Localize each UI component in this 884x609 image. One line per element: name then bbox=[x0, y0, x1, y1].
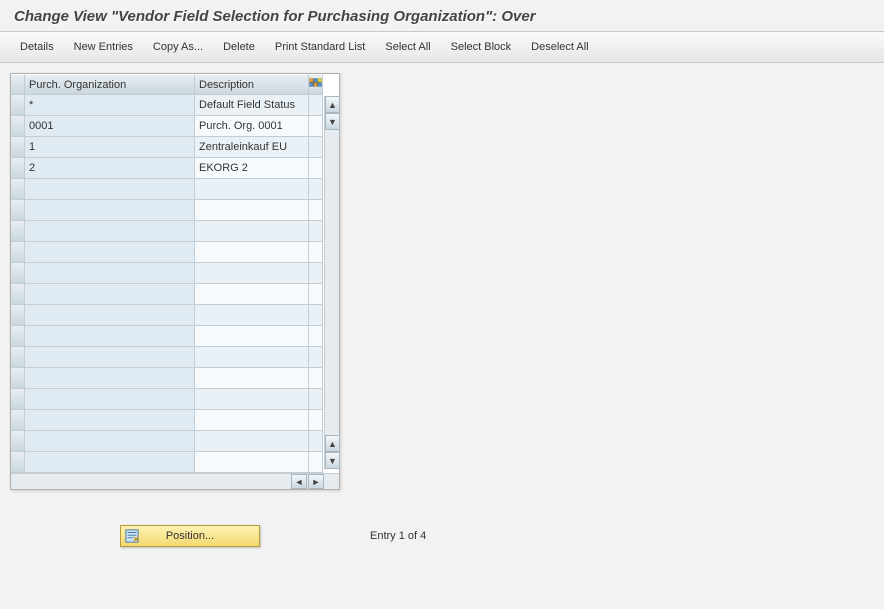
cell-desc[interactable] bbox=[195, 242, 309, 263]
cell-org[interactable] bbox=[25, 305, 195, 326]
cell-desc[interactable]: EKORG 2 bbox=[195, 158, 309, 179]
cell-org[interactable] bbox=[25, 452, 195, 473]
row-end-spacer bbox=[309, 368, 323, 389]
row-end-spacer bbox=[309, 263, 323, 284]
cell-org[interactable] bbox=[25, 431, 195, 452]
position-button-label: Position... bbox=[166, 530, 214, 542]
row-selector[interactable] bbox=[11, 431, 25, 452]
row-end-spacer bbox=[309, 221, 323, 242]
cell-desc[interactable] bbox=[195, 326, 309, 347]
row-end-spacer bbox=[309, 158, 323, 179]
scroll-up-bottom-icon[interactable]: ▲ bbox=[325, 435, 340, 452]
data-table: Purch. OrganizationDescription*Default F… bbox=[10, 73, 340, 490]
scroll-left-icon[interactable]: ◄ bbox=[291, 474, 307, 489]
row-selector[interactable] bbox=[11, 95, 25, 116]
row-selector[interactable] bbox=[11, 305, 25, 326]
vertical-scrollbar[interactable]: ▲ ▼ ▲ ▼ bbox=[324, 96, 339, 469]
cell-org[interactable] bbox=[25, 368, 195, 389]
column-selector-corner[interactable] bbox=[11, 74, 25, 95]
row-end-spacer bbox=[309, 179, 323, 200]
row-selector[interactable] bbox=[11, 389, 25, 410]
row-end-spacer bbox=[309, 137, 323, 158]
cell-org[interactable] bbox=[25, 242, 195, 263]
row-selector[interactable] bbox=[11, 284, 25, 305]
row-end-spacer bbox=[309, 410, 323, 431]
cell-org[interactable] bbox=[25, 200, 195, 221]
row-selector[interactable] bbox=[11, 347, 25, 368]
cell-desc[interactable] bbox=[195, 200, 309, 221]
row-selector[interactable] bbox=[11, 263, 25, 284]
row-end-spacer bbox=[309, 431, 323, 452]
entry-count-label: Entry 1 of 4 bbox=[370, 530, 426, 542]
cell-org[interactable] bbox=[25, 389, 195, 410]
row-end-spacer bbox=[309, 200, 323, 221]
row-end-spacer bbox=[309, 389, 323, 410]
row-end-spacer bbox=[309, 242, 323, 263]
column-header-desc[interactable]: Description bbox=[195, 74, 309, 95]
position-icon bbox=[125, 529, 139, 543]
horizontal-scrollbar[interactable]: ◄ ► bbox=[11, 473, 339, 489]
row-end-spacer bbox=[309, 326, 323, 347]
row-selector[interactable] bbox=[11, 221, 25, 242]
print-standard-list-button[interactable]: Print Standard List bbox=[265, 38, 376, 56]
row-end-spacer bbox=[309, 305, 323, 326]
cell-desc[interactable] bbox=[195, 368, 309, 389]
row-selector[interactable] bbox=[11, 452, 25, 473]
cell-org[interactable]: * bbox=[25, 95, 195, 116]
row-end-spacer bbox=[309, 95, 323, 116]
scroll-up-icon[interactable]: ▲ bbox=[325, 96, 340, 113]
cell-org[interactable] bbox=[25, 263, 195, 284]
new-entries-button[interactable]: New Entries bbox=[64, 38, 143, 56]
position-button[interactable]: Position... bbox=[120, 525, 260, 547]
column-header-org[interactable]: Purch. Organization bbox=[25, 74, 195, 95]
cell-desc[interactable]: Default Field Status bbox=[195, 95, 309, 116]
row-selector[interactable] bbox=[11, 368, 25, 389]
row-end-spacer bbox=[309, 347, 323, 368]
table-settings-icon[interactable] bbox=[309, 74, 323, 95]
cell-desc[interactable] bbox=[195, 389, 309, 410]
cell-org[interactable]: 2 bbox=[25, 158, 195, 179]
cell-org[interactable]: 0001 bbox=[25, 116, 195, 137]
details-button[interactable]: Details bbox=[10, 38, 64, 56]
row-selector[interactable] bbox=[11, 410, 25, 431]
scroll-right-icon[interactable]: ► bbox=[308, 474, 324, 489]
row-selector[interactable] bbox=[11, 326, 25, 347]
cell-org[interactable] bbox=[25, 221, 195, 242]
scroll-down-icon[interactable]: ▼ bbox=[325, 113, 340, 130]
cell-desc[interactable] bbox=[195, 221, 309, 242]
cell-desc[interactable] bbox=[195, 179, 309, 200]
cell-org[interactable] bbox=[25, 410, 195, 431]
cell-desc[interactable] bbox=[195, 410, 309, 431]
cell-desc[interactable] bbox=[195, 347, 309, 368]
cell-org[interactable]: 1 bbox=[25, 137, 195, 158]
cell-desc[interactable] bbox=[195, 263, 309, 284]
scroll-down-bottom-icon[interactable]: ▼ bbox=[325, 452, 340, 469]
cell-desc[interactable]: Zentraleinkauf EU bbox=[195, 137, 309, 158]
deselect-all-button[interactable]: Deselect All bbox=[521, 38, 598, 56]
application-toolbar: Details New Entries Copy As... Delete Pr… bbox=[0, 31, 884, 63]
row-selector[interactable] bbox=[11, 242, 25, 263]
cell-org[interactable] bbox=[25, 326, 195, 347]
row-end-spacer bbox=[309, 116, 323, 137]
cell-desc[interactable]: Purch. Org. 0001 bbox=[195, 116, 309, 137]
cell-desc[interactable] bbox=[195, 305, 309, 326]
page-title: Change View "Vendor Field Selection for … bbox=[14, 8, 870, 25]
cell-desc[interactable] bbox=[195, 452, 309, 473]
row-selector[interactable] bbox=[11, 200, 25, 221]
cell-desc[interactable] bbox=[195, 284, 309, 305]
select-all-button[interactable]: Select All bbox=[375, 38, 440, 56]
row-end-spacer bbox=[309, 284, 323, 305]
copy-as-button[interactable]: Copy As... bbox=[143, 38, 213, 56]
row-selector[interactable] bbox=[11, 179, 25, 200]
cell-desc[interactable] bbox=[195, 431, 309, 452]
cell-org[interactable] bbox=[25, 179, 195, 200]
row-selector[interactable] bbox=[11, 116, 25, 137]
row-end-spacer bbox=[309, 452, 323, 473]
cell-org[interactable] bbox=[25, 347, 195, 368]
row-selector[interactable] bbox=[11, 137, 25, 158]
row-selector[interactable] bbox=[11, 158, 25, 179]
cell-org[interactable] bbox=[25, 284, 195, 305]
select-block-button[interactable]: Select Block bbox=[441, 38, 522, 56]
delete-button[interactable]: Delete bbox=[213, 38, 265, 56]
